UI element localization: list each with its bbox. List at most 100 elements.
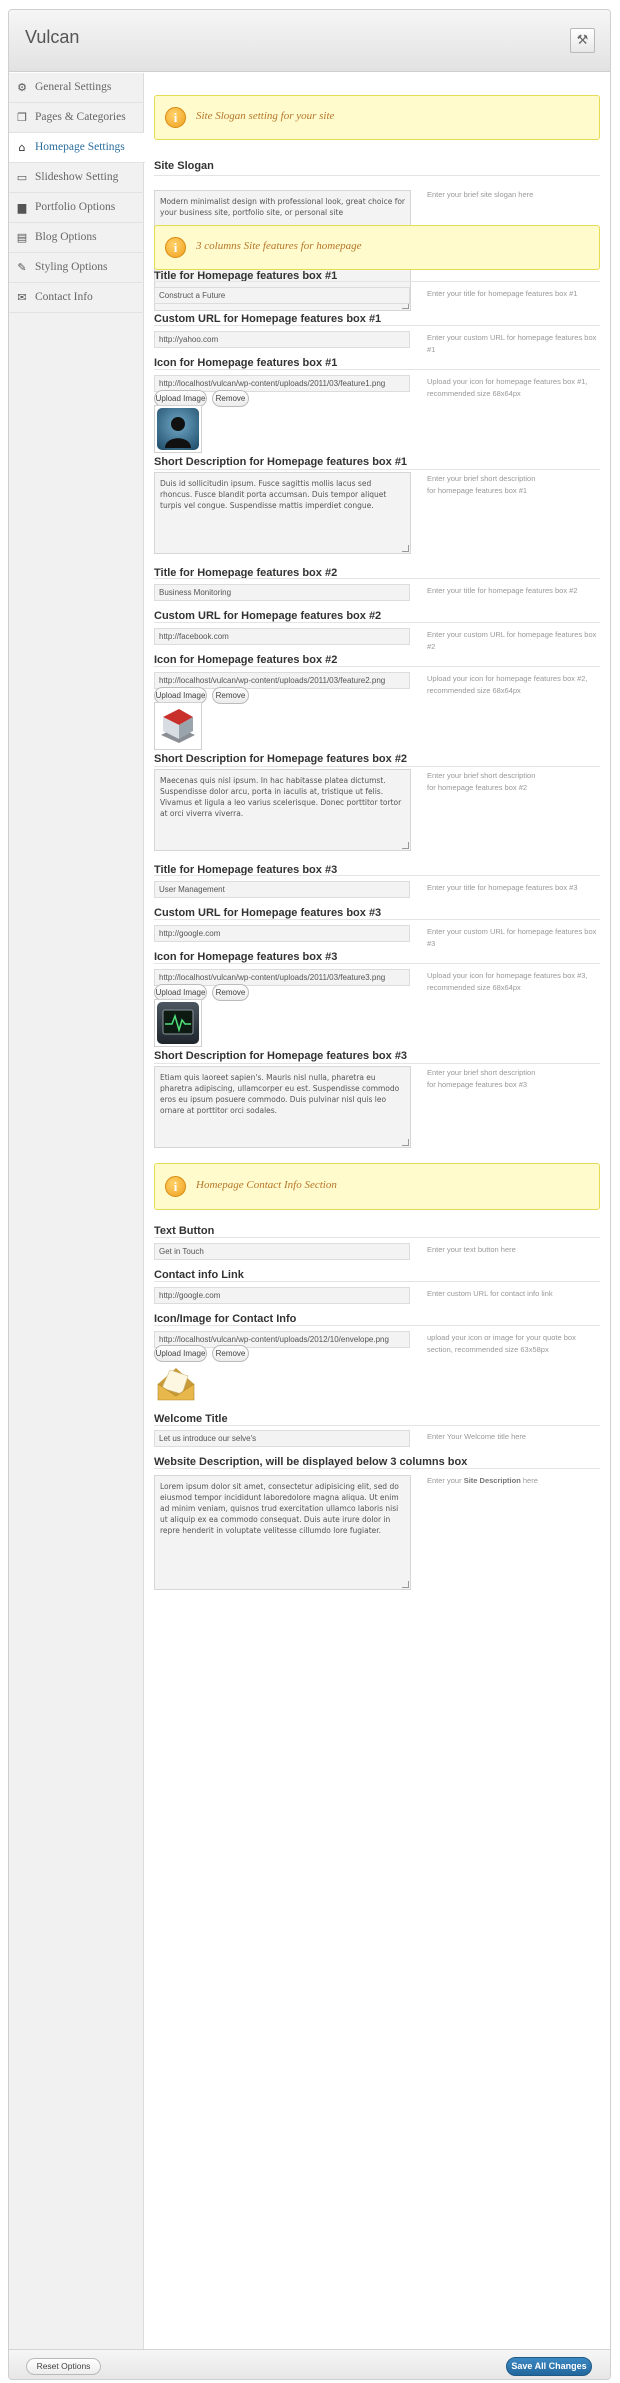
reset-options-button[interactable]: Reset Options bbox=[26, 2358, 101, 2375]
sidebar-item-label: Contact Info bbox=[35, 291, 93, 303]
box1-short-label: Short Description for Homepage features … bbox=[154, 456, 408, 468]
sidebar-item-label: Portfolio Options bbox=[35, 201, 116, 213]
divider bbox=[154, 875, 600, 876]
box3-short-textarea[interactable]: Etiam quis laoreet sapien's. Mauris nisl… bbox=[154, 1066, 411, 1148]
resize-handle[interactable] bbox=[402, 1581, 409, 1588]
sidebar-item-portfolio-options[interactable]: ▆ Portfolio Options bbox=[9, 193, 144, 223]
divider bbox=[154, 1425, 600, 1426]
remove-button[interactable]: Remove bbox=[212, 984, 249, 1001]
box3-url-label: Custom URL for Homepage features box #3 bbox=[154, 907, 382, 919]
box1-title-input[interactable]: Construct a Future bbox=[154, 287, 410, 304]
box3-icon-desc: Upload your icon for homepage features b… bbox=[427, 971, 588, 992]
website-description-textarea[interactable]: Lorem ipsum dolor sit amet, consectetur … bbox=[154, 1475, 411, 1590]
resize-handle[interactable] bbox=[402, 842, 409, 849]
pages-icon: ❐ bbox=[17, 111, 27, 124]
remove-button[interactable]: Remove bbox=[212, 1345, 249, 1362]
text-button-desc: Enter your text button here bbox=[427, 1245, 516, 1254]
desc-text: here bbox=[520, 1476, 538, 1485]
envelope-icon: ✉ bbox=[17, 291, 27, 304]
box3-title-desc: Enter your title for homepage features b… bbox=[427, 883, 578, 892]
box1-icon-preview bbox=[154, 405, 202, 453]
divider bbox=[154, 1325, 600, 1326]
save-all-changes-button[interactable]: Save All Changes bbox=[506, 2357, 592, 2376]
sidebar-item-general-settings[interactable]: ⚙ General Settings bbox=[9, 73, 144, 103]
box2-short-textarea[interactable]: Maecenas quis nisl ipsum. In hac habitas… bbox=[154, 769, 411, 851]
divider bbox=[154, 919, 600, 920]
welcome-title-input[interactable]: Let us introduce our selve's bbox=[154, 1430, 410, 1447]
sidebar-item-blog-options[interactable]: ▤ Blog Options bbox=[9, 223, 144, 253]
resize-handle[interactable] bbox=[402, 545, 409, 552]
box1-url-label: Custom URL for Homepage features box #1 bbox=[154, 313, 382, 325]
box3-title-input[interactable]: User Management bbox=[154, 881, 410, 898]
divider bbox=[154, 578, 600, 579]
home-icon: ⌂ bbox=[18, 141, 26, 154]
website-description-label: Website Description, will be displayed b… bbox=[154, 1456, 468, 1468]
remove-button[interactable]: Remove bbox=[212, 687, 249, 704]
box2-title-desc: Enter your title for homepage features b… bbox=[427, 586, 578, 595]
desc-text: Enter your bbox=[427, 1476, 464, 1485]
monitoring-chart-icon bbox=[157, 705, 199, 747]
sidebar-item-slideshow-setting[interactable]: ▭ Slideshow Setting bbox=[9, 163, 144, 193]
divider bbox=[154, 1281, 600, 1282]
sidebar-item-label: Styling Options bbox=[35, 261, 108, 273]
contact-notice: i Homepage Contact Info Section bbox=[154, 1163, 600, 1210]
sidebar-item-pages-categories[interactable]: ❐ Pages & Categories bbox=[9, 103, 144, 133]
user-silhouette-icon bbox=[157, 408, 199, 450]
sidebar-item-label: General Settings bbox=[35, 81, 112, 93]
box2-icon-label: Icon for Homepage features box #2 bbox=[154, 654, 338, 666]
box2-short-desc: Enter your brief short description for h… bbox=[427, 771, 536, 792]
box2-title-input[interactable]: Business Monitoring bbox=[154, 584, 410, 601]
divider bbox=[154, 622, 600, 623]
remove-button[interactable]: Remove bbox=[212, 390, 249, 407]
box2-icon-desc: Upload your icon for homepage features b… bbox=[427, 674, 588, 695]
site-slogan-desc: Enter your brief site slogan here bbox=[427, 190, 534, 199]
resize-handle[interactable] bbox=[402, 1139, 409, 1146]
tools-icon[interactable]: ⚒ bbox=[570, 28, 595, 53]
box3-short-desc: Enter your brief short description for h… bbox=[427, 1068, 536, 1089]
text-button-input[interactable]: Get in Touch bbox=[154, 1243, 410, 1260]
sidebar-item-label: Slideshow Setting bbox=[35, 171, 119, 183]
divider bbox=[154, 369, 600, 370]
footer-bar: Reset Options Save All Changes bbox=[9, 2349, 610, 2379]
monitor-icon: ▭ bbox=[16, 171, 28, 184]
upload-image-button[interactable]: Upload Image bbox=[154, 1345, 207, 1362]
box1-short-textarea[interactable]: Duis id sollicitudin ipsum. Fusce sagitt… bbox=[154, 472, 411, 554]
box3-url-desc: Enter your custom URL for homepage featu… bbox=[427, 927, 597, 948]
box1-short-desc: Enter your brief short description for h… bbox=[427, 474, 536, 495]
box2-url-input[interactable]: http://facebook.com bbox=[154, 628, 410, 645]
divider bbox=[154, 766, 600, 767]
box1-title-desc: Enter your title for homepage features b… bbox=[427, 289, 578, 298]
divider bbox=[154, 666, 600, 667]
box1-url-input[interactable]: http://yahoo.com bbox=[154, 331, 410, 348]
sidebar-item-label: Blog Options bbox=[35, 231, 97, 243]
contact-icon-label: Icon/Image for Contact Info bbox=[154, 1313, 297, 1325]
sidebar-item-contact-info[interactable]: ✉ Contact Info bbox=[9, 283, 144, 313]
notice-text: Homepage Contact Info Section bbox=[196, 1179, 337, 1191]
divider bbox=[154, 1468, 600, 1469]
contact-link-label: Contact info Link bbox=[154, 1269, 244, 1281]
divider bbox=[154, 1237, 600, 1238]
text-button-label: Text Button bbox=[154, 1225, 215, 1237]
notice-text: Site Slogan setting for your site bbox=[196, 110, 335, 122]
app-title: Vulcan bbox=[25, 27, 80, 47]
website-description-desc: Enter your Site Description here bbox=[427, 1475, 602, 1487]
contact-link-desc: Enter custom URL for contact info link bbox=[427, 1289, 553, 1298]
sidebar-item-homepage-settings[interactable]: ⌂ Homepage Settings bbox=[9, 133, 145, 163]
notice-text: 3 columns Site features for homepage bbox=[196, 240, 362, 252]
brush-icon: ✎ bbox=[17, 261, 27, 274]
box2-url-desc: Enter your custom URL for homepage featu… bbox=[427, 630, 597, 651]
divider bbox=[154, 281, 600, 282]
briefcase-icon: ▆ bbox=[17, 201, 27, 214]
divider bbox=[154, 325, 600, 326]
sidebar-item-styling-options[interactable]: ✎ Styling Options bbox=[9, 253, 144, 283]
site-slogan-label: Site Slogan bbox=[154, 160, 214, 172]
box1-icon-label: Icon for Homepage features box #1 bbox=[154, 357, 338, 369]
gear-icon: ⚙ bbox=[17, 81, 27, 94]
box3-icon-preview bbox=[154, 999, 202, 1047]
desc-bold: Site Description bbox=[463, 1476, 521, 1485]
box3-url-input[interactable]: http://google.com bbox=[154, 925, 410, 942]
welcome-title-desc: Enter Your Welcome title here bbox=[427, 1432, 527, 1441]
contact-link-input[interactable]: http://google.com bbox=[154, 1287, 410, 1304]
options-panel: Vulcan ⚒ ⚙ General Settings ❐ Pages & Ca… bbox=[8, 9, 611, 2380]
divider bbox=[154, 1063, 600, 1064]
